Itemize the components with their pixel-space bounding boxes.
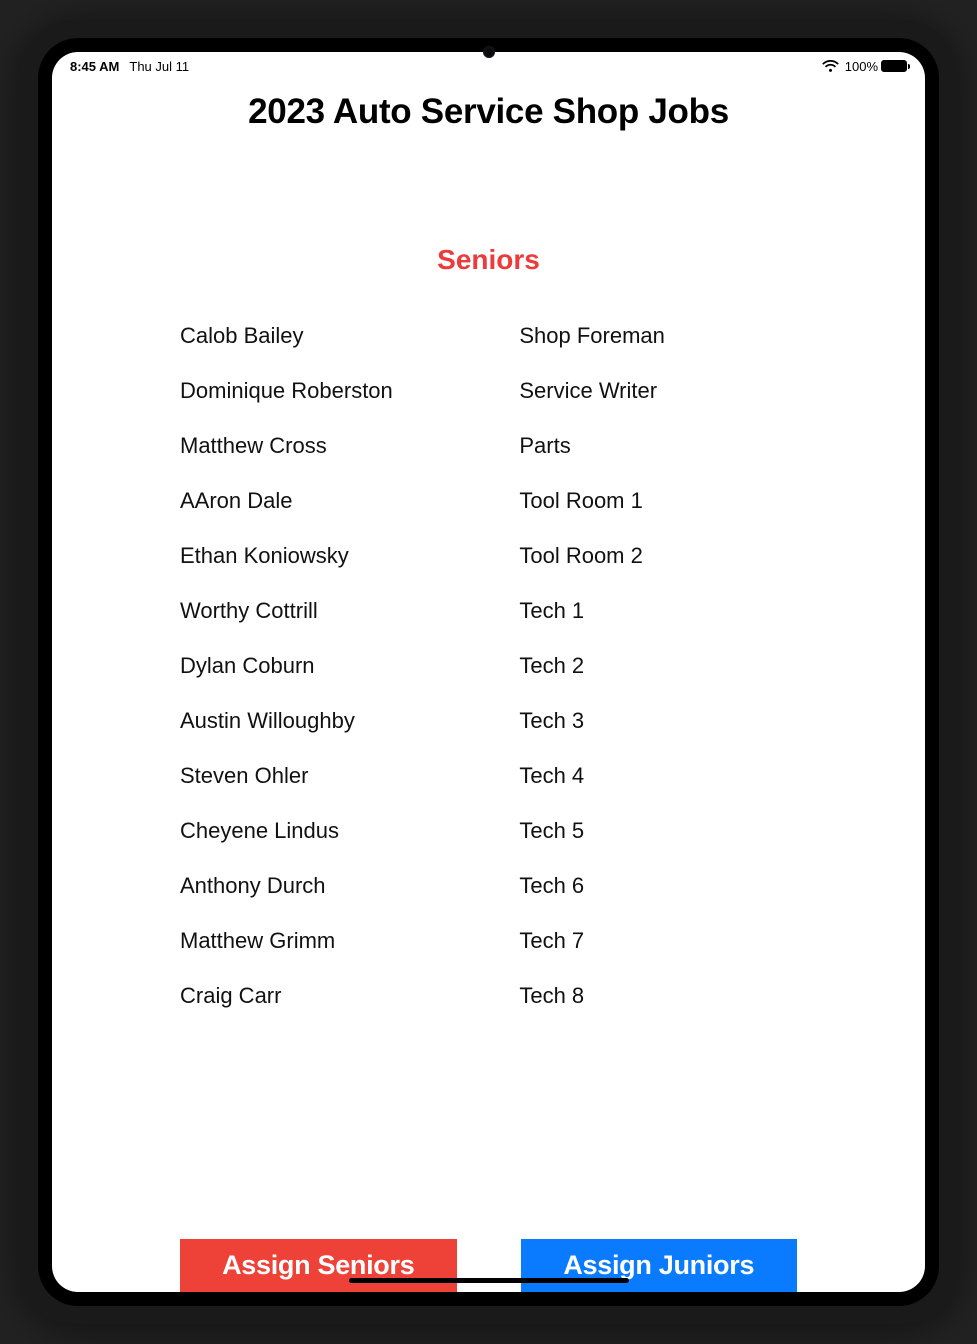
home-indicator[interactable] bbox=[349, 1278, 629, 1283]
job-title: Tech 5 bbox=[519, 818, 797, 844]
assignment-row: Dominique RoberstonService Writer bbox=[180, 363, 797, 418]
student-name: Matthew Cross bbox=[180, 433, 519, 459]
screen: 8:45 AM Thu Jul 11 100% 2023 Auto Servic… bbox=[52, 52, 925, 1292]
front-camera bbox=[483, 46, 495, 58]
assignment-row: Steven OhlerTech 4 bbox=[180, 748, 797, 803]
student-name: Dylan Coburn bbox=[180, 653, 519, 679]
student-name: Dominique Roberston bbox=[180, 378, 519, 404]
section-title-seniors: Seniors bbox=[92, 244, 885, 276]
student-name: AAron Dale bbox=[180, 488, 519, 514]
job-title: Tech 6 bbox=[519, 873, 797, 899]
job-title: Shop Foreman bbox=[519, 323, 797, 349]
assignment-row: Matthew CrossParts bbox=[180, 418, 797, 473]
ipad-frame: 8:45 AM Thu Jul 11 100% 2023 Auto Servic… bbox=[20, 20, 957, 1324]
assignment-row: Cheyene LindusTech 5 bbox=[180, 803, 797, 858]
job-title: Tool Room 1 bbox=[519, 488, 797, 514]
wifi-icon bbox=[822, 60, 839, 73]
job-title: Tech 4 bbox=[519, 763, 797, 789]
assignment-row: Anthony DurchTech 6 bbox=[180, 858, 797, 913]
assignment-row: Dylan CoburnTech 2 bbox=[180, 638, 797, 693]
job-title: Tech 7 bbox=[519, 928, 797, 954]
page-title: 2023 Auto Service Shop Jobs bbox=[92, 92, 885, 132]
assignment-list: Calob BaileyShop ForemanDominique Robers… bbox=[92, 308, 885, 1229]
assignment-row: Worthy CottrillTech 1 bbox=[180, 583, 797, 638]
battery-percent: 100% bbox=[845, 59, 878, 74]
student-name: Ethan Koniowsky bbox=[180, 543, 519, 569]
assignment-row: Craig CarrTech 8 bbox=[180, 968, 797, 1023]
student-name: Steven Ohler bbox=[180, 763, 519, 789]
job-title: Tech 1 bbox=[519, 598, 797, 624]
job-title: Parts bbox=[519, 433, 797, 459]
student-name: Matthew Grimm bbox=[180, 928, 519, 954]
status-date: Thu Jul 11 bbox=[129, 59, 189, 74]
assignment-row: Ethan KoniowskyTool Room 2 bbox=[180, 528, 797, 583]
status-time: 8:45 AM bbox=[70, 59, 119, 74]
job-title: Service Writer bbox=[519, 378, 797, 404]
assign-seniors-button[interactable]: Assign Seniors bbox=[180, 1239, 457, 1292]
assignment-row: Calob BaileyShop Foreman bbox=[180, 308, 797, 363]
assign-juniors-button[interactable]: Assign Juniors bbox=[521, 1239, 798, 1292]
job-title: Tech 3 bbox=[519, 708, 797, 734]
assignment-row: Matthew GrimmTech 7 bbox=[180, 913, 797, 968]
battery-icon bbox=[881, 60, 907, 72]
student-name: Austin Willoughby bbox=[180, 708, 519, 734]
student-name: Calob Bailey bbox=[180, 323, 519, 349]
student-name: Worthy Cottrill bbox=[180, 598, 519, 624]
student-name: Cheyene Lindus bbox=[180, 818, 519, 844]
ipad-bezel: 8:45 AM Thu Jul 11 100% 2023 Auto Servic… bbox=[38, 38, 939, 1306]
job-title: Tool Room 2 bbox=[519, 543, 797, 569]
assignment-row: AAron DaleTool Room 1 bbox=[180, 473, 797, 528]
battery-indicator: 100% bbox=[845, 59, 907, 74]
job-title: Tech 2 bbox=[519, 653, 797, 679]
assignment-row: Austin WilloughbyTech 3 bbox=[180, 693, 797, 748]
job-title: Tech 8 bbox=[519, 983, 797, 1009]
student-name: Craig Carr bbox=[180, 983, 519, 1009]
student-name: Anthony Durch bbox=[180, 873, 519, 899]
